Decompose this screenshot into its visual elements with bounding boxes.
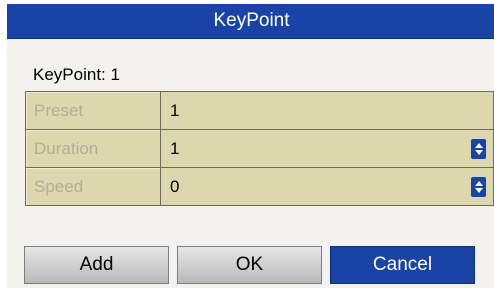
duration-spinner-icon[interactable] [471, 139, 486, 159]
speed-label: Speed [26, 168, 161, 205]
duration-field[interactable]: 1 [161, 130, 493, 167]
duration-value: 1 [170, 138, 180, 158]
preset-label: Preset [26, 92, 161, 129]
dialog-title: KeyPoint [213, 10, 290, 31]
speed-spinner-icon[interactable] [471, 177, 486, 197]
row-speed: Speed 0 [26, 168, 493, 205]
title-bar: KeyPoint [7, 4, 494, 39]
settings-table: Preset 1 Duration 1 Speed 0 [25, 91, 494, 206]
speed-field[interactable]: 0 [161, 168, 493, 205]
ok-button[interactable]: OK [177, 246, 322, 284]
duration-label: Duration [26, 130, 161, 167]
speed-value: 0 [170, 176, 180, 196]
cancel-button[interactable]: Cancel [330, 246, 475, 284]
preset-value: 1 [170, 100, 180, 120]
keypoint-dialog: KeyPoint KeyPoint: 1 Preset 1 Duration 1… [7, 4, 494, 288]
keypoint-heading: KeyPoint: 1 [33, 65, 120, 84]
add-button[interactable]: Add [24, 246, 169, 284]
preset-field[interactable]: 1 [161, 92, 493, 129]
row-preset: Preset 1 [26, 92, 493, 130]
row-duration: Duration 1 [26, 130, 493, 168]
